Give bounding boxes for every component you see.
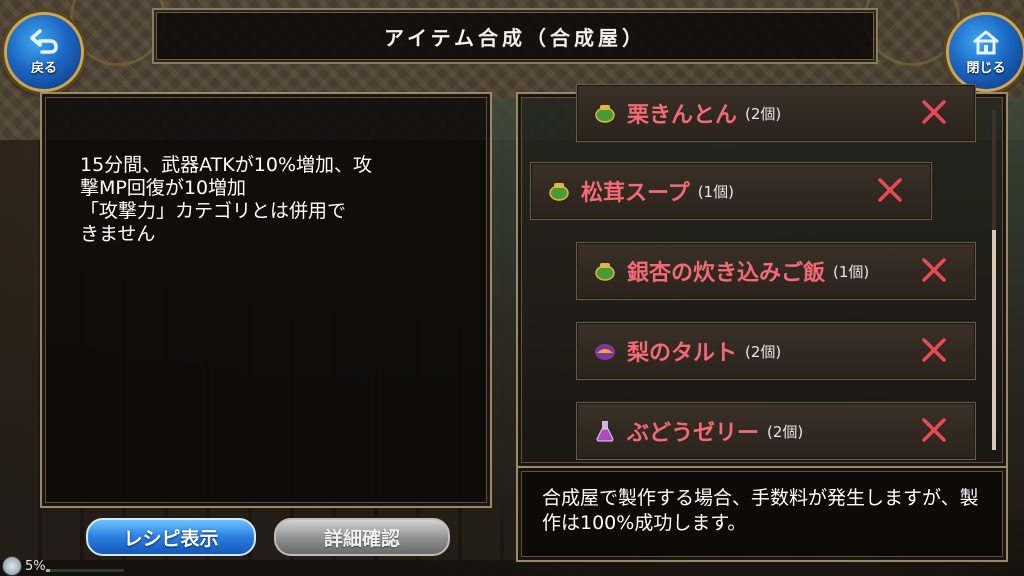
status-progress-bar (46, 569, 124, 572)
item-quantity: (1個) (697, 182, 734, 201)
page-title: アイテム合成（合成屋） (384, 25, 646, 50)
close-icon[interactable] (919, 255, 949, 285)
scrollbar-thumb[interactable] (992, 230, 996, 450)
close-icon[interactable] (919, 97, 949, 127)
close-icon[interactable] (875, 175, 905, 205)
back-label: 戻る (30, 60, 57, 76)
back-arrow-icon (30, 28, 58, 54)
item-quantity: (2個) (767, 422, 804, 441)
item-quantity: (1個) (833, 262, 870, 281)
list-item[interactable]: 松茸スープ (1個) (530, 162, 932, 220)
item-description: 15分間、武器ATKが10%増加、攻 撃MP回復が10増加 「攻撃力」カテゴリと… (80, 154, 372, 245)
list-item[interactable]: 梨のタルト (2個) (576, 322, 976, 380)
list-item[interactable]: 銀杏の炊き込みご飯 (1個) (576, 242, 976, 300)
list-item[interactable]: 栗きんとん (2個) (576, 84, 976, 142)
item-quantity: (2個) (745, 342, 782, 361)
item-name: 松茸スープ (581, 181, 690, 206)
home-icon (973, 30, 999, 54)
recipe-button[interactable]: レシピ表示 (86, 518, 256, 556)
item-name: 銀杏の炊き込みご飯 (627, 261, 826, 286)
close-icon[interactable] (919, 335, 949, 365)
detail-button[interactable]: 詳細確認 (274, 518, 450, 556)
status-percent: 5% (25, 558, 46, 574)
potion-icon (596, 421, 614, 442)
status-progress-fill (46, 569, 50, 572)
info-panel: 合成屋で製作する場合、手数料が発生しますが、製作は100%成功します。 (516, 466, 1008, 562)
back-button[interactable]: 戻る (4, 12, 84, 92)
item-name: 梨のタルト (627, 341, 738, 366)
list-item[interactable]: ぶどうゼリー (2個) (576, 402, 976, 460)
item-quantity: (2個) (745, 104, 782, 123)
pot-icon (549, 183, 569, 201)
item-name: 栗きんとん (627, 103, 738, 128)
pot-icon (595, 263, 615, 281)
close-button[interactable]: 閉じる (946, 12, 1024, 92)
tart-icon (595, 344, 615, 360)
close-icon[interactable] (919, 415, 949, 445)
info-message: 合成屋で製作する場合、手数料が発生しますが、製作は100%成功します。 (542, 487, 979, 534)
close-label: 閉じる (966, 60, 1006, 76)
status-indicator: 5% (2, 556, 46, 576)
item-name: ぶどうゼリー (627, 421, 760, 446)
title-bar: アイテム合成（合成屋） (152, 8, 878, 64)
globe-icon (2, 556, 22, 576)
description-panel: 15分間、武器ATKが10%増加、攻 撃MP回復が10増加 「攻撃力」カテゴリと… (40, 92, 492, 508)
pot-icon (595, 105, 615, 123)
